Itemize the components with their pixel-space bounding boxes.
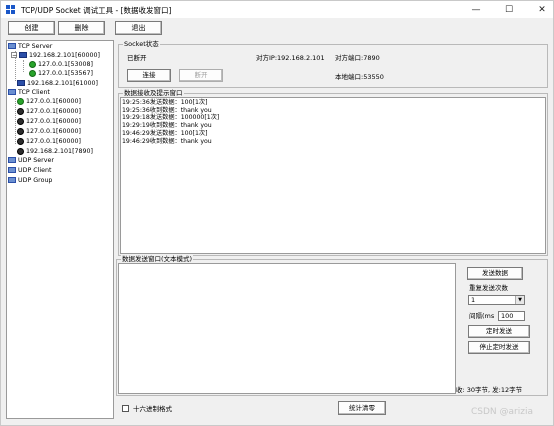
send-textarea[interactable] bbox=[118, 263, 456, 394]
stop-timer-send-button[interactable]: 停止定时发送 bbox=[468, 341, 530, 354]
disconnected-icon bbox=[17, 137, 24, 145]
tree-item-udp-server[interactable]: UDP Server bbox=[8, 156, 54, 165]
send-data-button[interactable]: 发送数据 bbox=[467, 267, 523, 280]
tree-item-udp-client[interactable]: UDP Client bbox=[8, 166, 52, 175]
collapse-icon[interactable]: − bbox=[11, 52, 17, 59]
tree-item-client-node[interactable]: 127.0.0.1[60000] bbox=[17, 127, 81, 136]
app-window: TCP/UDP Socket 调试工具 - [数据收发窗口] — ☐ ✕ 创建 … bbox=[0, 0, 554, 426]
delete-button[interactable]: 删除 bbox=[58, 21, 105, 35]
hex-format-label: 十六进制格式 bbox=[133, 405, 172, 413]
socket-state-label: Socket状态 bbox=[123, 40, 160, 48]
tree-item-client-node[interactable]: 127.0.0.1[60000] bbox=[17, 137, 81, 146]
watermark: CSDN @arizia bbox=[471, 407, 533, 417]
udp-client-icon bbox=[8, 167, 16, 173]
receive-group-label: 数据接收及提示窗口 bbox=[123, 89, 184, 97]
tree-line bbox=[15, 98, 16, 144]
tree-item-client-node[interactable]: 127.0.0.1[60000] bbox=[17, 97, 81, 106]
local-port: 本地端口:53550 bbox=[335, 73, 384, 81]
tree-item-server-node2[interactable]: 192.168.2.101[61000] bbox=[17, 79, 98, 88]
connection-tree[interactable]: TCP Server −192.168.2.101[60000] 127.0.0… bbox=[6, 40, 114, 419]
minimize-icon[interactable]: — bbox=[467, 4, 485, 16]
disconnected-icon bbox=[17, 127, 24, 135]
connect-button[interactable]: 连接 bbox=[127, 69, 171, 82]
disconnected-icon bbox=[17, 147, 24, 155]
tree-item-tcp-client[interactable]: TCP Client bbox=[8, 88, 50, 97]
close-icon[interactable]: ✕ bbox=[533, 4, 551, 16]
receive-log[interactable]: 19:25:36发送数据：100[1次] 19:25:36收到数据：thank … bbox=[120, 97, 546, 254]
chevron-down-icon[interactable]: ▼ bbox=[515, 296, 524, 304]
tcp-client-icon bbox=[8, 89, 16, 95]
tcp-server-icon bbox=[8, 43, 16, 49]
tree-item-client-node[interactable]: 127.0.0.1[60000] bbox=[17, 107, 81, 116]
udp-group-icon bbox=[8, 177, 16, 183]
interval-input[interactable]: 100 bbox=[498, 311, 525, 321]
server-icon bbox=[19, 52, 27, 58]
server-icon bbox=[17, 80, 25, 86]
log-line: 19:25:36发送数据：100[1次] bbox=[122, 99, 208, 106]
tree-item-tcp-server[interactable]: TCP Server bbox=[8, 42, 52, 51]
tree-item-client-node[interactable]: 127.0.0.1[60000] bbox=[17, 117, 81, 126]
log-line: 19:29:18发送数据：100000[1次] bbox=[122, 114, 220, 122]
hex-format-checkbox[interactable] bbox=[122, 405, 129, 412]
send-group-label: 数据发送窗口(文本模式) bbox=[121, 255, 194, 263]
log-line: 19:46:29发送数据：100[1次] bbox=[122, 129, 208, 137]
peer-port: 对方端口:7890 bbox=[335, 54, 380, 62]
connected-icon bbox=[17, 97, 24, 105]
title-bar[interactable]: TCP/UDP Socket 调试工具 - [数据收发窗口] — ☐ ✕ bbox=[1, 1, 553, 18]
connected-icon bbox=[29, 60, 36, 68]
tree-item-server-client[interactable]: 127.0.0.1[53567] bbox=[29, 69, 93, 78]
repeat-count-select[interactable]: 1 ▼ bbox=[468, 295, 525, 305]
window-title: TCP/UDP Socket 调试工具 - [数据收发窗口] bbox=[21, 6, 172, 15]
tree-item-server-node[interactable]: −192.168.2.101[60000] bbox=[11, 51, 100, 60]
tree-item-client-node-last[interactable]: 192.168.2.101[7890] bbox=[17, 147, 93, 156]
udp-server-icon bbox=[8, 157, 16, 163]
exit-button[interactable]: 退出 bbox=[115, 21, 162, 35]
tree-item-udp-group[interactable]: UDP Group bbox=[8, 176, 52, 185]
connection-status: 已断开 bbox=[127, 54, 147, 62]
disconnected-icon bbox=[17, 117, 24, 125]
connected-icon bbox=[29, 69, 36, 77]
log-line: 19:29:19收到数据：thank you bbox=[122, 122, 212, 130]
maximize-icon[interactable]: ☐ bbox=[500, 4, 518, 16]
disconnected-icon bbox=[17, 107, 24, 115]
log-line: 19:46:29收到数据：thank you bbox=[122, 137, 212, 145]
stats-clear-button[interactable]: 统计清零 bbox=[338, 401, 386, 415]
repeat-count-label: 重复发送次数 bbox=[469, 284, 508, 292]
interval-label: 间隔(ms bbox=[469, 312, 495, 320]
tree-item-server-client[interactable]: 127.0.0.1[53008] bbox=[29, 60, 93, 69]
timer-send-button[interactable]: 定时发送 bbox=[468, 325, 530, 338]
byte-stats: 收: 30字节, 发:12字节 bbox=[456, 386, 523, 394]
create-button[interactable]: 创建 bbox=[8, 21, 55, 35]
app-icon bbox=[6, 5, 16, 14]
toolbar: 创建 删除 退出 bbox=[1, 18, 553, 38]
disconnect-button[interactable]: 断开 bbox=[179, 69, 223, 82]
log-lines: 19:25:36发送数据：100[1次] 19:25:36收到数据：thank … bbox=[122, 99, 219, 145]
peer-ip: 对方IP:192.168.2.101 bbox=[256, 54, 325, 62]
tree-line bbox=[23, 60, 24, 72]
